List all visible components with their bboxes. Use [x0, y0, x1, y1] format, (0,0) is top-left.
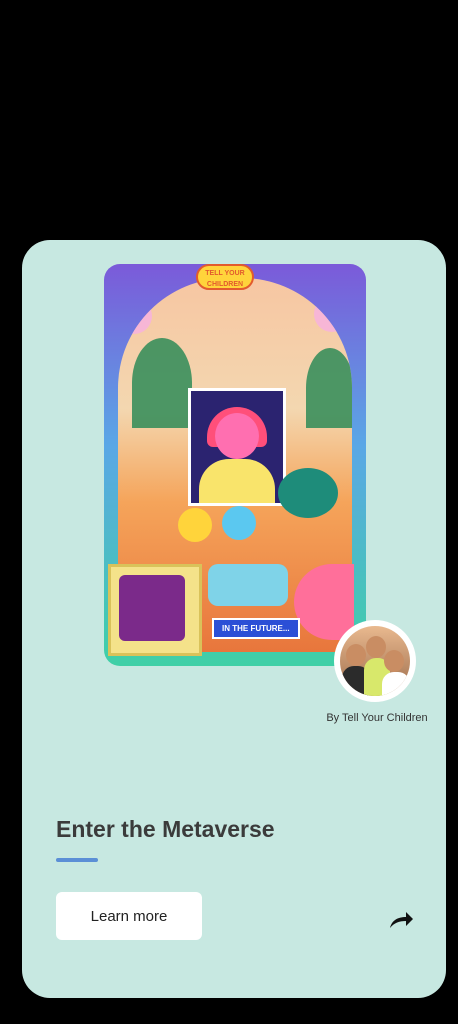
panel-figure	[119, 575, 185, 641]
portrait-frame	[188, 388, 286, 506]
avatar-face	[346, 644, 366, 666]
artwork-logo: TELL YOUR CHILDREN	[196, 264, 254, 290]
artwork-panel	[108, 564, 202, 656]
portrait-face	[215, 413, 259, 459]
artwork-image[interactable]: TELL YOUR CHILDREN IN THE FUTURE...	[104, 264, 366, 666]
learn-more-button[interactable]: Learn more	[56, 892, 202, 940]
card-title: Enter the Metaverse	[56, 816, 275, 842]
avatar-person	[382, 672, 410, 696]
sun-character	[222, 506, 256, 540]
flower-character	[178, 508, 212, 542]
title-underline	[56, 858, 98, 862]
author-avatar[interactable]	[336, 622, 414, 700]
palm-decoration	[306, 348, 352, 428]
orchid-decoration	[118, 298, 152, 334]
avatar-face	[384, 650, 404, 672]
avatar-photo	[340, 626, 410, 696]
peacock-decoration	[278, 468, 338, 518]
promo-card: TELL YOUR CHILDREN IN THE FUTURE... By T…	[22, 240, 446, 998]
palm-decoration	[132, 338, 192, 428]
author-byline: By Tell Your Children	[326, 712, 428, 724]
artwork-caption: IN THE FUTURE...	[212, 618, 300, 639]
orchid-decoration	[314, 296, 350, 332]
portrait-shirt	[199, 459, 275, 503]
share-arrow-icon[interactable]	[388, 910, 414, 930]
avatar-face	[366, 636, 386, 658]
pool-decoration	[208, 564, 288, 606]
